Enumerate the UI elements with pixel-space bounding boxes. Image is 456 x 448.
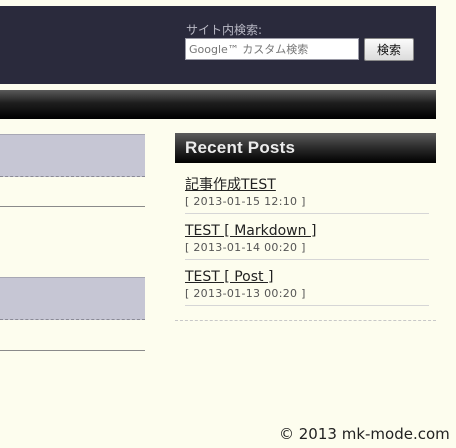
- post-link[interactable]: TEST [ Post ]: [185, 269, 429, 285]
- search-input[interactable]: [185, 38, 359, 60]
- main-divider: [0, 206, 145, 207]
- main-divider: [0, 350, 145, 351]
- search-button[interactable]: 検索: [364, 38, 414, 61]
- list-item: TEST [ Markdown ] [ 2013-01-14 00:20 ]: [185, 214, 429, 260]
- post-date: [ 2013-01-14 00:20 ]: [185, 241, 306, 254]
- post-link[interactable]: 記事作成TEST: [185, 177, 429, 193]
- nav-bar: [0, 90, 436, 119]
- list-item: TEST [ Post ] [ 2013-01-13 00:20 ]: [185, 260, 429, 306]
- main-post-header: [0, 134, 145, 177]
- copyright-text: © 2013 mk-mode.com: [279, 425, 450, 443]
- recent-posts-heading: Recent Posts: [175, 133, 436, 163]
- sidebar: Recent Posts 記事作成TEST [ 2013-01-15 12:10…: [175, 133, 436, 321]
- search-label: サイト内検索:: [186, 23, 263, 37]
- sidebar-divider: [175, 306, 436, 321]
- post-date: [ 2013-01-13 00:20 ]: [185, 287, 306, 300]
- post-date: [ 2013-01-15 12:10 ]: [185, 195, 306, 208]
- list-item: 記事作成TEST [ 2013-01-15 12:10 ]: [185, 163, 429, 214]
- main-post-header: [0, 277, 145, 320]
- recent-posts-list: 記事作成TEST [ 2013-01-15 12:10 ] TEST [ Mar…: [175, 163, 436, 306]
- post-link[interactable]: TEST [ Markdown ]: [185, 223, 429, 239]
